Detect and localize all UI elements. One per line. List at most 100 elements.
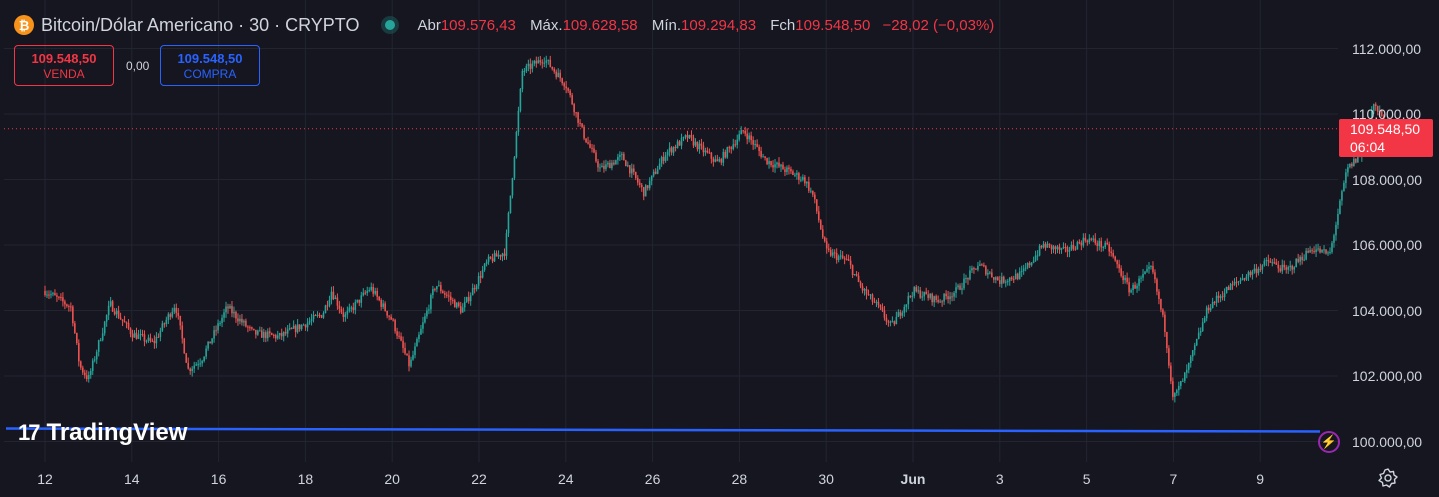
candle-body [1004,281,1007,283]
candle-body [519,88,522,111]
candle-body [163,323,166,325]
candle-body [815,199,818,212]
candle-body [195,364,197,366]
candle-body [921,296,924,298]
time-axis-label: 14 [124,471,140,487]
candle-body [869,294,872,296]
candle-body [1279,268,1282,272]
symbol-title[interactable]: Bitcoin/Dólar Americano · 30 · CRYPTO [41,15,359,36]
candle-body [533,60,536,64]
candle-body [125,322,128,324]
candle-body [1164,314,1166,333]
candle-body [541,62,544,64]
candle-body [153,340,156,344]
candle-body [702,145,705,153]
buy-button[interactable]: 109.548,50 COMPRA [160,45,260,86]
candle-body [625,160,627,167]
candle-body [368,289,371,291]
sell-button[interactable]: 109.548,50 VENDA [14,45,114,86]
candle-body [1040,245,1043,248]
candle-body [245,320,247,327]
candle-body [428,309,430,311]
candle-body [243,320,245,323]
candle-body [489,256,492,259]
candle-body [1144,271,1146,275]
candle-body [931,293,933,303]
candle-body [722,151,725,163]
candle-body [1158,291,1160,300]
candle-body [841,255,844,259]
candle-body [420,328,422,335]
candle-body [1028,263,1031,266]
candle-body [424,316,426,323]
candle-body [905,304,908,307]
candle-body [249,327,251,329]
candle-body [44,290,46,296]
candle-body [1193,345,1196,351]
candle-body [1223,293,1226,298]
candle-body [1281,264,1284,272]
candle-body [897,312,900,317]
candle-body [670,147,673,153]
candle-body [121,319,124,321]
candle-body [133,332,136,338]
candle-body [569,90,571,96]
candle-body [1197,332,1200,339]
candle-body [991,272,993,278]
candle-body [1140,277,1142,279]
candle-body [1227,286,1230,291]
candle-body [1333,235,1335,243]
candle-body [1341,191,1343,201]
candle-body [817,211,820,221]
candle-body [895,316,898,325]
open-value: 109.576,43 [440,16,516,34]
candle-body [629,165,631,174]
candle-body [171,311,174,317]
lightning-icon[interactable]: ⚡ [1318,431,1340,453]
candle-body [1020,271,1023,273]
candle-body [802,177,804,180]
candle-body [819,220,822,230]
candle-body [1014,273,1017,280]
candle-body [1245,276,1248,280]
candle-body [455,302,458,308]
candle-body [1229,284,1232,291]
price-axis-label: 112.000,00 [1352,40,1422,57]
candle-body [1154,272,1156,280]
candle-body [438,285,440,287]
candle-body [135,332,138,339]
candle-body [402,340,404,348]
candle-body [157,336,160,338]
bar-countdown: 06:04 [1350,139,1386,155]
candle-body [1321,249,1323,253]
candle-body [694,141,697,146]
candle-body [615,160,617,165]
candle-body [300,325,303,330]
candle-body [1325,249,1327,254]
candle-body [513,157,516,179]
candle-body [1343,182,1345,192]
candle-body [1052,246,1055,250]
candle-body [613,162,615,165]
candle-body [286,329,289,334]
candle-body [483,263,486,270]
candle-body [282,331,285,337]
candle-body [223,312,225,318]
candle-body [1225,286,1228,294]
candle-body [1048,243,1051,245]
candle-body [1313,251,1315,253]
candle-body [640,184,643,188]
candle-body [167,314,170,320]
gear-icon[interactable] [1378,468,1398,488]
candle-body [627,165,629,167]
candle-body [292,325,295,329]
candle-body [1221,296,1224,298]
candle-body [740,130,743,135]
ohlc-values: Abr109.576,43 Máx.109.628,58 Mín.109.294… [417,17,994,34]
candle-body [330,291,333,300]
candle-body [688,134,691,139]
horizontal-level-line[interactable] [5,427,1321,433]
candle-body [268,331,271,334]
candle-body [915,287,918,292]
candle-body [505,233,508,256]
